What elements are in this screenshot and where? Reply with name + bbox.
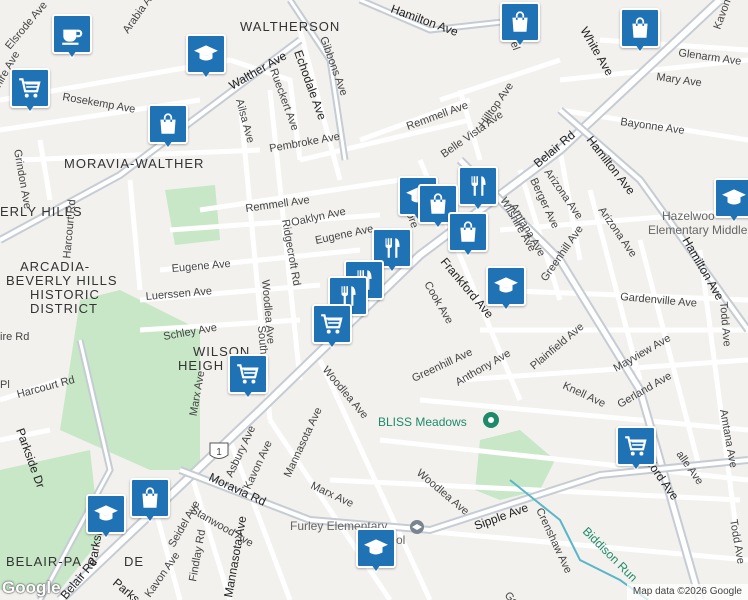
mortarboard-icon xyxy=(186,34,226,74)
marker-store[interactable] xyxy=(148,104,188,152)
bag-icon xyxy=(620,8,660,48)
cart-icon xyxy=(228,354,268,394)
bag-icon xyxy=(448,212,488,252)
marker-store[interactable] xyxy=(448,212,488,260)
neighborhood-heights: HEIGH xyxy=(178,358,224,373)
bag-icon xyxy=(500,2,540,42)
marker-cafe[interactable] xyxy=(52,14,92,62)
marker-store[interactable] xyxy=(500,2,540,50)
neighborhood-district: DISTRICT xyxy=(30,301,98,316)
fork-knife-icon xyxy=(458,166,498,206)
marker-grocery[interactable] xyxy=(312,304,352,352)
marker-restaurant[interactable] xyxy=(458,166,498,214)
neighborhood-belair-parkside: BELAIR-PA xyxy=(6,554,82,569)
marker-store[interactable] xyxy=(620,8,660,56)
poi-hazelwood-label: Hazelwoo xyxy=(662,209,715,223)
label-ire-rd: ire Rd xyxy=(0,331,29,343)
google-logo[interactable]: Google xyxy=(2,578,61,598)
route-1-label: 1 xyxy=(216,447,222,458)
marker-grocery[interactable] xyxy=(616,426,656,474)
marker-school[interactable] xyxy=(714,178,748,226)
neighborhood-historic: HISTORIC xyxy=(30,287,100,302)
neighborhood-arcadia: ARCADIA- xyxy=(20,259,90,274)
neighborhood-waltherson: WALTHERSON xyxy=(240,19,340,34)
poi-bliss-meadows-label: BLISS Meadows xyxy=(378,415,467,429)
marker-store[interactable] xyxy=(130,478,170,526)
label-pl: Pl xyxy=(0,379,10,391)
cart-icon xyxy=(312,304,352,344)
marker-school[interactable] xyxy=(356,528,396,576)
marker-school[interactable] xyxy=(486,266,526,314)
mortarboard-icon xyxy=(486,266,526,306)
neighborhood-moravia-walther: MORAVIA-WALTHER xyxy=(64,156,204,171)
route-1-shield: 1 xyxy=(209,442,229,459)
mortarboard-icon xyxy=(86,494,126,534)
cup-icon xyxy=(52,14,92,54)
neighborhood-beverly-hills-2: BEVERLY HILLS xyxy=(6,273,118,288)
marker-grocery[interactable] xyxy=(228,354,268,402)
marker-school[interactable] xyxy=(186,34,226,82)
neighborhood-belair-parkside-2: DE xyxy=(124,554,144,569)
poi-furley-sublabel: ol xyxy=(396,533,405,547)
park-pin-dot xyxy=(488,417,494,423)
mortarboard-icon xyxy=(714,178,748,218)
cart-icon xyxy=(10,68,50,108)
bag-icon xyxy=(130,478,170,518)
bag-icon xyxy=(148,104,188,144)
marker-school[interactable] xyxy=(86,494,126,542)
marker-grocery[interactable] xyxy=(10,68,50,116)
cart-icon xyxy=(616,426,656,466)
mortarboard-icon xyxy=(356,528,396,568)
map-attribution[interactable]: Map data ©2026 Google xyxy=(626,584,748,600)
